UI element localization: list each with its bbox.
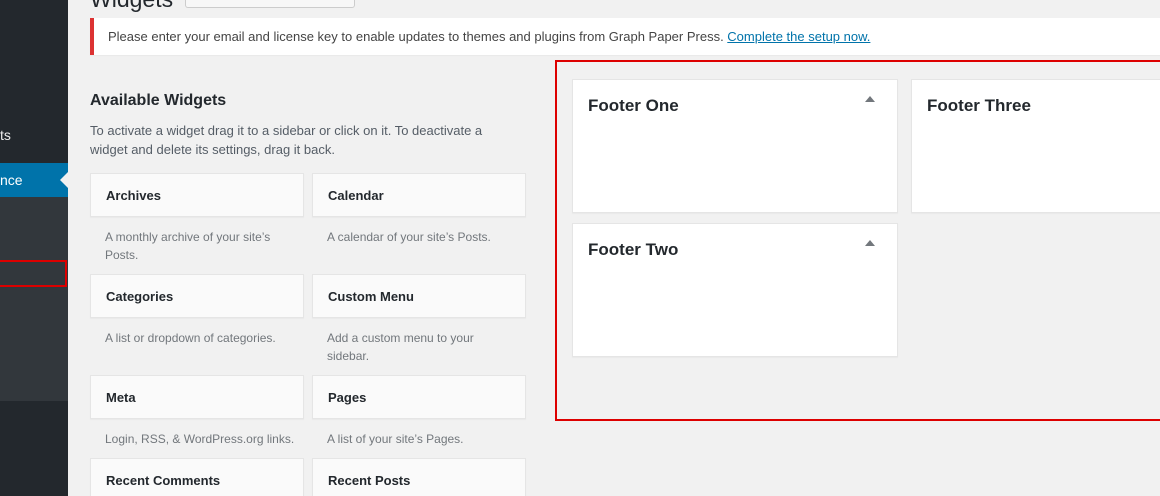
- widget-description: A list of your site’s Pages.: [327, 432, 464, 446]
- complete-setup-link[interactable]: Complete the setup now.: [727, 29, 870, 44]
- sidebar-footer-three[interactable]: Footer Three: [911, 79, 1160, 213]
- available-widgets-title: Available Widgets: [90, 92, 227, 109]
- sidebar-title: Footer Two: [588, 240, 679, 259]
- widget-recent-posts[interactable]: Recent Posts: [312, 458, 526, 496]
- admin-menu-item-partial[interactable]: ts: [0, 127, 68, 147]
- admin-menu-item-appearance[interactable]: nce: [0, 163, 68, 197]
- widget-categories[interactable]: Categories: [90, 274, 304, 318]
- widget-description: Login, RSS, & WordPress.org links.: [105, 432, 295, 446]
- widget-title: Recent Comments: [106, 473, 221, 488]
- admin-submenu: [0, 197, 68, 401]
- collapse-arrow-icon[interactable]: [865, 240, 875, 246]
- widget-description: A list or dropdown of categories.: [105, 331, 276, 345]
- notice-text: Please enter your email and license key …: [108, 29, 870, 44]
- license-notice: Please enter your email and license key …: [90, 18, 1160, 55]
- available-widgets-description: To activate a widget drag it to a sideba…: [90, 123, 483, 157]
- submenu-widgets-highlight: [0, 260, 67, 287]
- widget-title: Archives: [106, 188, 161, 203]
- manage-live-preview-button[interactable]: [185, 0, 355, 8]
- collapse-arrow-icon[interactable]: [865, 96, 875, 102]
- widget-description: A calendar of your site’s Posts.: [327, 230, 491, 244]
- widget-calendar[interactable]: Calendar: [312, 173, 526, 217]
- widget-title: Meta: [106, 390, 136, 405]
- widget-title: Pages: [328, 390, 367, 405]
- admin-menu-item-label: ts: [0, 127, 11, 143]
- sidebar-footer-one[interactable]: Footer One: [572, 79, 898, 213]
- widget-recent-comments[interactable]: Recent Comments: [90, 458, 304, 496]
- widget-title: Calendar: [328, 188, 384, 203]
- notice-message: Please enter your email and license key …: [108, 29, 728, 44]
- widget-archives[interactable]: Archives: [90, 173, 304, 217]
- page-title: Widgets: [90, 0, 173, 13]
- widget-meta[interactable]: Meta: [90, 375, 304, 419]
- admin-menu-item-label: nce: [0, 172, 23, 188]
- widget-pages[interactable]: Pages: [312, 375, 526, 419]
- sidebar-title: Footer Three: [927, 96, 1031, 115]
- widget-custom-menu[interactable]: Custom Menu: [312, 274, 526, 318]
- widget-title: Custom Menu: [328, 289, 414, 304]
- sidebar-footer-two[interactable]: Footer Two: [572, 223, 898, 357]
- widget-description: Add a custom menu to your sidebar.: [327, 331, 474, 363]
- widget-title: Recent Posts: [328, 473, 411, 488]
- widget-title: Categories: [106, 289, 174, 304]
- current-menu-arrow-icon: [60, 172, 68, 188]
- admin-sidebar: ts nce: [0, 0, 68, 496]
- sidebar-title: Footer One: [588, 96, 679, 115]
- widget-description: A monthly archive of your site’s Posts.: [105, 230, 271, 262]
